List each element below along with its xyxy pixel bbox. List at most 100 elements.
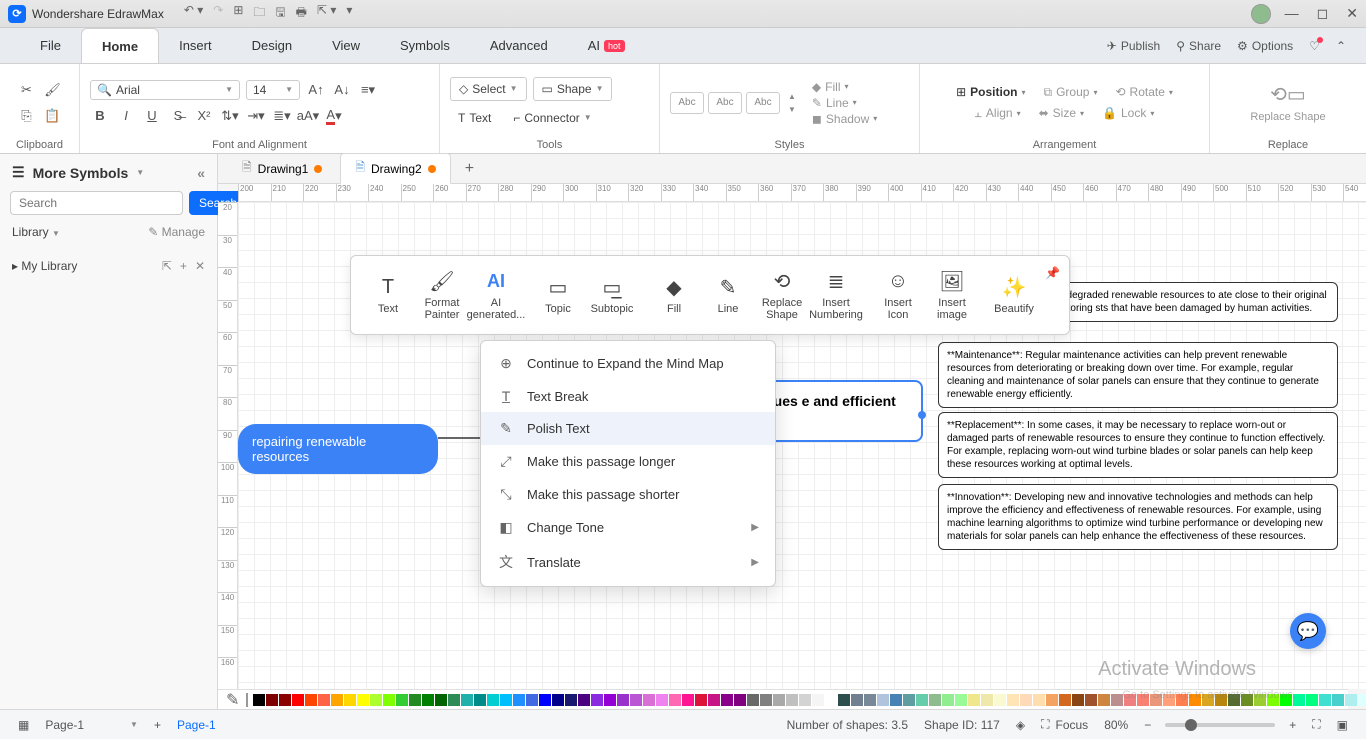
ctx-item-3[interactable]: ⤢Make this passage longer <box>481 445 775 478</box>
color-swatch[interactable] <box>812 694 824 706</box>
color-swatch[interactable] <box>539 694 551 706</box>
style-thumb-1[interactable]: Abc <box>670 92 704 114</box>
user-avatar[interactable] <box>1251 4 1271 24</box>
tab-view[interactable]: View <box>312 28 380 63</box>
color-swatch[interactable] <box>994 694 1006 706</box>
save-icon[interactable]: 🖫 <box>275 3 285 24</box>
fb-insert-icon[interactable]: ☺Insert Icon <box>871 265 925 325</box>
color-swatch[interactable] <box>305 694 317 706</box>
superscript-icon[interactable]: X² <box>194 106 214 126</box>
decrease-font-icon[interactable]: A↓ <box>332 80 352 100</box>
replace-shape-button[interactable]: ⟲▭ Replace Shape <box>1250 82 1325 123</box>
fb-insert-image[interactable]: 🖼Insert image <box>925 265 979 325</box>
more-icon[interactable]: ▾ <box>346 3 352 24</box>
color-swatch[interactable] <box>734 694 746 706</box>
copy-icon[interactable]: ⎘ <box>17 106 37 126</box>
ctx-item-2[interactable]: ✎Polish Text <box>481 412 775 445</box>
zoom-slider[interactable] <box>1165 723 1275 727</box>
color-swatch[interactable] <box>968 694 980 706</box>
ctx-item-5[interactable]: ◧Change Tone▶ <box>481 511 775 544</box>
color-swatch[interactable] <box>981 694 993 706</box>
add-page-button[interactable]: + <box>146 718 169 732</box>
tab-design[interactable]: Design <box>232 28 312 63</box>
tab-symbols[interactable]: Symbols <box>380 28 470 63</box>
color-swatch[interactable] <box>357 694 369 706</box>
publish-button[interactable]: ✈ Publish <box>1107 39 1160 53</box>
color-swatch[interactable] <box>1085 694 1097 706</box>
color-swatch[interactable] <box>786 694 798 706</box>
lib-add-icon[interactable]: + <box>180 259 187 273</box>
lib-delete-icon[interactable]: ✕ <box>195 259 205 273</box>
my-library-tree[interactable]: ▸ My Library <box>12 259 77 273</box>
color-swatch[interactable] <box>409 694 421 706</box>
styles-down-icon[interactable]: ▼ <box>788 105 796 114</box>
color-swatch[interactable] <box>630 694 642 706</box>
mindmap-sub-node-4[interactable]: **Innovation**: Developing new and innov… <box>938 484 1338 550</box>
color-swatch[interactable] <box>890 694 902 706</box>
tab-insert[interactable]: Insert <box>159 28 232 63</box>
align-icon[interactable]: ≡▾ <box>358 80 378 100</box>
color-swatch[interactable] <box>370 694 382 706</box>
color-swatch[interactable] <box>578 694 590 706</box>
shape-tool[interactable]: ▭ Shape ▼ <box>533 77 613 101</box>
manage-button[interactable]: ✎ Manage <box>148 225 205 239</box>
increase-font-icon[interactable]: A↑ <box>306 80 326 100</box>
ctx-item-1[interactable]: T̲Text Break <box>481 380 775 412</box>
cut-icon[interactable]: ✂ <box>17 80 37 100</box>
group-button[interactable]: ⧉ Group▾ <box>1044 85 1098 100</box>
mindmap-sub-node-3[interactable]: **Replacement**: In some cases, it may b… <box>938 412 1338 478</box>
line-button[interactable]: ✎ Line▾ <box>812 96 877 110</box>
indent-icon[interactable]: ⇥▾ <box>246 106 266 126</box>
new-tab-button[interactable]: + <box>455 156 484 182</box>
fb-ai-generated[interactable]: AIAI generated... <box>469 265 523 325</box>
color-swatch[interactable] <box>266 694 278 706</box>
color-swatch[interactable] <box>1046 694 1058 706</box>
fb-beautify[interactable]: ✨Beautify <box>987 271 1041 319</box>
font-name-select[interactable]: 🔍 Arial▼ <box>90 80 240 100</box>
style-thumb-3[interactable]: Abc <box>746 92 780 114</box>
color-swatch[interactable] <box>695 694 707 706</box>
size-button[interactable]: ⬌ Size▾ <box>1039 106 1084 120</box>
color-swatch[interactable] <box>383 694 395 706</box>
color-swatch[interactable] <box>1345 694 1357 706</box>
fb-topic[interactable]: ▭Topic <box>531 271 585 319</box>
mindmap-root-node[interactable]: repairing renewable resources <box>238 424 438 474</box>
color-swatch[interactable] <box>877 694 889 706</box>
color-swatch[interactable] <box>435 694 447 706</box>
active-page-label[interactable]: Page-1 <box>169 718 224 732</box>
maximize-icon[interactable]: ◻ <box>1317 5 1329 22</box>
new-icon[interactable]: ⊞ <box>233 3 243 24</box>
zoom-in-button[interactable]: + <box>1281 718 1304 732</box>
fb-subtopic[interactable]: ▭̲Subtopic <box>585 271 639 319</box>
fb-insert-numbering[interactable]: ≣Insert Numbering <box>809 265 863 325</box>
page-layout-icon[interactable]: ▦ <box>10 718 37 732</box>
lib-export-icon[interactable]: ⇱ <box>162 259 172 273</box>
fit-page-icon[interactable]: ⛶ <box>1304 717 1328 732</box>
color-swatch[interactable] <box>838 694 850 706</box>
color-swatch[interactable] <box>487 694 499 706</box>
layers-icon[interactable]: ◈ <box>1008 718 1033 732</box>
color-swatch[interactable] <box>422 694 434 706</box>
text-tool[interactable]: T Text <box>450 107 499 129</box>
collapse-panel-icon[interactable]: « <box>197 165 205 181</box>
format-painter-icon[interactable]: 🖌 <box>43 80 63 100</box>
color-swatch[interactable] <box>396 694 408 706</box>
lock-button[interactable]: 🔒 Lock▾ <box>1102 106 1154 120</box>
doc-tab-1[interactable]: 🗎Drawing1 <box>228 154 336 183</box>
color-swatch[interactable] <box>617 694 629 706</box>
options-button[interactable]: ⚙ Options <box>1237 39 1293 53</box>
doc-tab-2[interactable]: 🗎Drawing2 <box>340 153 450 184</box>
color-swatch[interactable] <box>565 694 577 706</box>
color-swatch[interactable] <box>331 694 343 706</box>
fb-replace-shape[interactable]: ⟲Replace Shape <box>755 265 809 325</box>
style-thumb-2[interactable]: Abc <box>708 92 742 114</box>
ctx-item-6[interactable]: 文Translate▶ <box>481 544 775 580</box>
tab-home[interactable]: Home <box>81 28 159 63</box>
more-symbols-header[interactable]: More Symbols <box>33 165 129 181</box>
strike-icon[interactable]: S̶ <box>168 106 188 126</box>
color-swatch[interactable] <box>916 694 928 706</box>
undo-icon[interactable]: ↶ ▾ <box>184 3 203 24</box>
color-swatch[interactable] <box>318 694 330 706</box>
pin-icon[interactable]: 📌 <box>1041 262 1064 284</box>
tab-ai[interactable]: AIhot <box>568 28 645 63</box>
